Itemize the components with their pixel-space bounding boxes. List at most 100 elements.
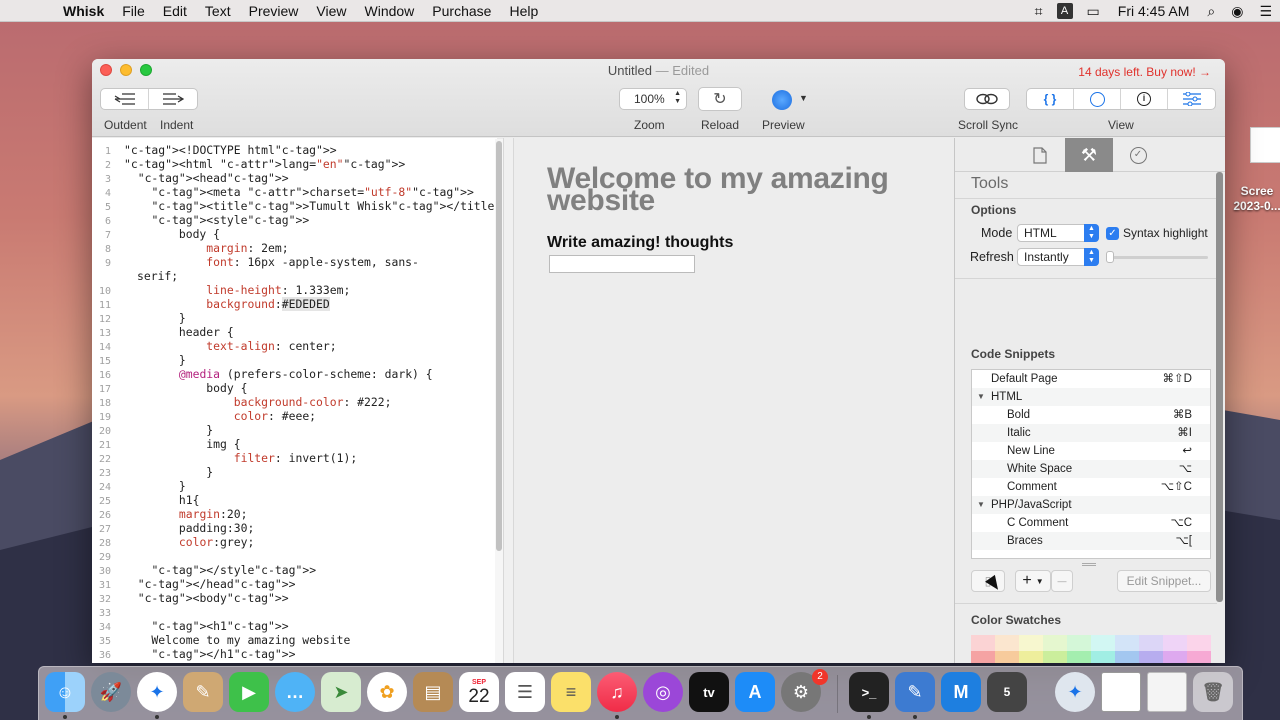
sidebar-scrollbar[interactable] (1216, 172, 1223, 602)
menu-text[interactable]: Text (196, 3, 240, 19)
snippet-item[interactable]: C Comment ⌥C (972, 514, 1210, 532)
code-line[interactable]: 4 "c-tag"><meta "c-attr">charset="utf-8"… (92, 185, 474, 199)
menu-app[interactable]: Whisk (54, 3, 113, 19)
code-line[interactable]: 7 body { (92, 227, 220, 241)
tab-document[interactable] (1016, 138, 1064, 172)
refresh-slider[interactable] (1108, 256, 1208, 259)
notification-center-icon[interactable]: ☰ (1251, 3, 1280, 20)
code-line[interactable]: 35 Welcome to my amazing website (92, 633, 350, 647)
snippet-item[interactable]: Braces ⌥[ (972, 532, 1210, 550)
safari-icon[interactable]: ✦ (137, 672, 177, 712)
color-swatch[interactable] (1043, 651, 1067, 663)
split-divider[interactable] (503, 138, 514, 663)
trash-icon[interactable]: 🗑 (1193, 672, 1233, 712)
siri-icon[interactable]: ◉ (1223, 3, 1251, 20)
code-line[interactable]: 33 (92, 605, 124, 619)
snippet-item[interactable]: Italic ⌘I (972, 424, 1210, 442)
terminal-icon[interactable]: >_ (849, 672, 889, 712)
code-line[interactable]: 9 font: 16px -apple-system, sans- (92, 255, 419, 269)
window-thumbnail-icon[interactable] (1101, 672, 1141, 712)
menu-preview[interactable]: Preview (240, 3, 308, 19)
apple-tv-icon[interactable]: tv (689, 672, 729, 712)
color-swatch[interactable] (1019, 635, 1043, 651)
input-source-icon[interactable]: A (1056, 3, 1073, 19)
podcasts-icon[interactable]: ◎ (643, 672, 683, 712)
editor-scrollbar-thumb[interactable] (496, 141, 502, 551)
code-line[interactable]: 37 "c-tag"><form"c-tag">> (92, 661, 302, 663)
code-line[interactable]: 32 "c-tag"><body"c-tag">> (92, 591, 289, 605)
code-line[interactable]: 26 margin:20; (92, 507, 248, 521)
tab-validate[interactable]: ✓ (1114, 138, 1162, 172)
snippet-item[interactable]: Bold ⌘B (972, 406, 1210, 424)
messages-icon[interactable]: … (275, 672, 315, 712)
spotlight-search-icon[interactable]: ⌕ (1199, 3, 1223, 20)
code-line[interactable]: 30 "c-tag"></style"c-tag">> (92, 563, 316, 577)
whisk-icon[interactable]: ✎ (895, 672, 935, 712)
code-line[interactable]: 24 } (92, 479, 186, 493)
code-line[interactable]: 23 } (92, 465, 213, 479)
color-swatch[interactable] (995, 651, 1019, 663)
contacts-icon[interactable]: ▤ (413, 672, 453, 712)
menu-edit[interactable]: Edit (154, 3, 196, 19)
disclosure-triangle-icon[interactable]: ▼ (977, 388, 985, 406)
code-line[interactable]: 8 margin: 2em; (92, 241, 289, 255)
color-swatch[interactable] (1043, 635, 1067, 651)
menu-help[interactable]: Help (500, 3, 547, 19)
code-line[interactable]: 28 color:grey; (92, 535, 254, 549)
color-swatch[interactable] (995, 635, 1019, 651)
color-swatch[interactable] (1115, 635, 1139, 651)
refresh-slider-knob[interactable] (1106, 251, 1114, 263)
code-line[interactable]: serif; (92, 269, 178, 283)
color-swatch[interactable] (1067, 651, 1091, 663)
disclosure-triangle-icon[interactable]: ▼ (977, 496, 985, 514)
facetime-icon[interactable]: ▶ (229, 672, 269, 712)
preview-dropdown-icon[interactable]: ▼ (799, 93, 808, 103)
code-line[interactable]: 31 "c-tag"></head"c-tag">> (92, 577, 296, 591)
display-icon[interactable]: ▭ (1079, 3, 1108, 20)
code-line[interactable]: 34 "c-tag"><h1"c-tag">> (92, 619, 289, 633)
screen-crop-icon[interactable]: ⌗ (1027, 3, 1051, 20)
color-swatch[interactable] (1067, 635, 1091, 651)
remove-snippet-button[interactable]: — (1051, 570, 1073, 592)
code-line[interactable]: 1 "c-tag"><!DOCTYPE html"c-tag">> (92, 143, 337, 157)
code-editor[interactable]: 1 "c-tag"><!DOCTYPE html"c-tag">> 2 "c-tag"… (92, 138, 497, 663)
downloads-folder-icon[interactable]: ✦ (1055, 672, 1095, 712)
color-swatch[interactable] (1187, 635, 1211, 651)
preview-app-icon[interactable]: ✎ (183, 672, 223, 712)
launchpad-icon[interactable]: 🚀 (91, 672, 131, 712)
notes-icon[interactable]: ≡ (551, 672, 591, 712)
snippet-item[interactable]: Comment ⌥⇧C (972, 478, 1210, 496)
menu-purchase[interactable]: Purchase (423, 3, 500, 19)
color-swatch[interactable] (1091, 635, 1115, 651)
trial-link[interactable]: 14 days left. Buy now! → (1078, 65, 1211, 79)
snippets-list[interactable]: Default Page ⌘⇧D ▼ HTML Bold ⌘B Italic ⌘I New Li… (971, 369, 1211, 559)
code-line[interactable]: 17 body { (92, 381, 248, 395)
color-swatch[interactable] (1091, 651, 1115, 663)
view-tools-button[interactable] (1168, 89, 1215, 109)
code-line[interactable]: 27 padding:30; (92, 521, 254, 535)
finder-icon[interactable]: ☺ (45, 672, 85, 712)
color-swatch[interactable] (1019, 651, 1043, 663)
menu-file[interactable]: File (113, 3, 154, 19)
maestral-icon[interactable]: M (941, 672, 981, 712)
zoom-stepper[interactable]: 100% ▲ ▼ (619, 88, 687, 110)
color-swatch[interactable] (1163, 635, 1187, 651)
mode-select[interactable]: HTML ▲ ▼ (1017, 224, 1099, 242)
code-line[interactable]: 14 text-align: center; (92, 339, 337, 353)
menu-view[interactable]: View (307, 3, 355, 19)
refresh-select[interactable]: Instantly ▲ ▼ (1017, 248, 1099, 266)
color-swatch[interactable] (1139, 651, 1163, 663)
color-swatch[interactable] (1187, 651, 1211, 663)
snippet-group[interactable]: ▼ PHP/JavaScript (972, 496, 1210, 514)
color-swatch[interactable] (971, 635, 995, 651)
scroll-sync-button[interactable] (964, 88, 1010, 110)
view-info-button[interactable]: i (1121, 89, 1168, 109)
code-line[interactable]: 11 background:#EDEDED (92, 297, 330, 311)
edit-snippet-button[interactable]: Edit Snippet... (1117, 570, 1211, 592)
code-line[interactable]: 6 "c-tag"><style"c-tag">> (92, 213, 309, 227)
editor-scrollbar[interactable] (495, 139, 503, 663)
code-line[interactable]: 12 } (92, 311, 186, 325)
color-swatch[interactable] (1115, 651, 1139, 663)
code-line[interactable]: 20 } (92, 423, 213, 437)
code-line[interactable]: 10 line-height: 1.333em; (92, 283, 350, 297)
